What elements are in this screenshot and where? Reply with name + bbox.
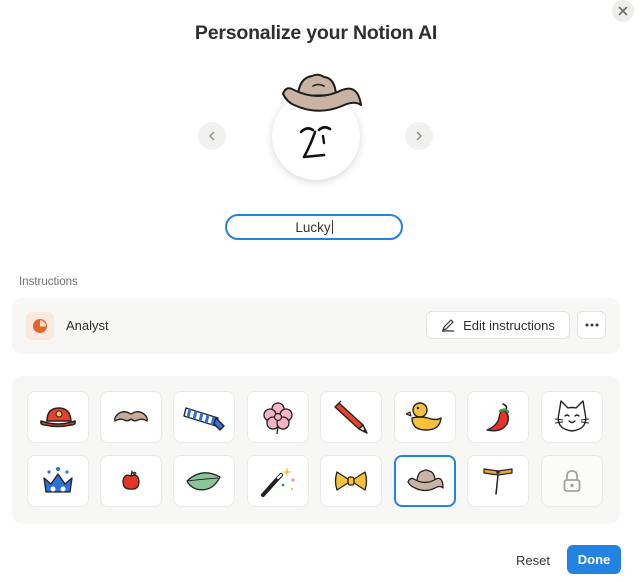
cowboy-hat-icon — [282, 73, 362, 112]
pencil-icon — [442, 319, 455, 332]
done-button[interactable]: Done — [567, 545, 621, 574]
instructions-card: Analyst Edit instructions — [12, 298, 620, 354]
apple-icon — [122, 470, 140, 490]
reset-button[interactable]: Reset — [508, 546, 558, 574]
accessory-mustache[interactable] — [100, 391, 162, 443]
more-options-button[interactable] — [577, 311, 606, 339]
previous-face-button[interactable] — [198, 122, 226, 150]
accessory-red-cap[interactable] — [27, 391, 89, 443]
cat-face-icon — [554, 400, 590, 432]
ai-name-input[interactable]: Lucky — [225, 214, 403, 240]
text-caret — [331, 220, 333, 234]
accessory-chili-pepper[interactable] — [467, 391, 529, 443]
persona-icon-badge — [26, 312, 54, 340]
striped-scarf-icon — [183, 407, 225, 431]
accessory-cowboy-hat[interactable] — [394, 455, 456, 507]
accessory-bow-tie[interactable] — [320, 455, 382, 507]
chevron-right-icon — [416, 131, 422, 141]
accessory-cat-face[interactable] — [541, 391, 603, 443]
edit-instructions-label: Edit instructions — [463, 317, 555, 333]
bow-tie-icon — [334, 471, 368, 491]
lock-icon — [563, 470, 581, 492]
close-icon — [618, 6, 628, 16]
magic-wand-icon — [261, 467, 295, 497]
persona-name: Analyst — [66, 318, 109, 333]
edit-instructions-button[interactable]: Edit instructions — [426, 311, 570, 339]
accessory-locked[interactable] — [541, 455, 603, 507]
mustache-icon — [114, 411, 148, 422]
accessory-magic-wand[interactable] — [247, 455, 309, 507]
dialog-title: Personalize your Notion AI — [194, 22, 438, 44]
red-cap-icon — [40, 407, 76, 428]
propeller-icon — [483, 468, 513, 495]
accessory-apple[interactable] — [100, 455, 162, 507]
accessory-leaf[interactable] — [173, 455, 235, 507]
blue-crown-icon — [43, 467, 73, 493]
pink-flower-icon — [263, 402, 293, 435]
cowboy-hat-thumb-icon — [407, 469, 444, 492]
ai-name-value: Lucky — [295, 219, 331, 235]
red-pencil-icon — [334, 400, 368, 434]
accessory-rubber-duck[interactable] — [394, 391, 456, 443]
accessory-striped-scarf[interactable] — [173, 391, 235, 443]
rubber-duck-icon — [406, 402, 442, 431]
accessory-red-pencil[interactable] — [320, 391, 382, 443]
chili-pepper-icon — [486, 403, 510, 432]
instructions-label: Instructions — [19, 276, 78, 288]
next-face-button[interactable] — [405, 122, 433, 150]
chevron-left-icon — [209, 131, 215, 141]
leaf-icon — [186, 472, 221, 491]
close-button[interactable] — [612, 0, 634, 22]
avatar — [272, 72, 364, 182]
more-horizontal-icon — [585, 323, 598, 327]
accessory-propeller-beanie[interactable] — [467, 455, 529, 507]
accessory-picker — [12, 376, 620, 524]
accessory-pink-flower[interactable] — [247, 391, 309, 443]
pie-chart-icon — [33, 319, 47, 333]
accessory-blue-crown[interactable] — [27, 455, 89, 507]
